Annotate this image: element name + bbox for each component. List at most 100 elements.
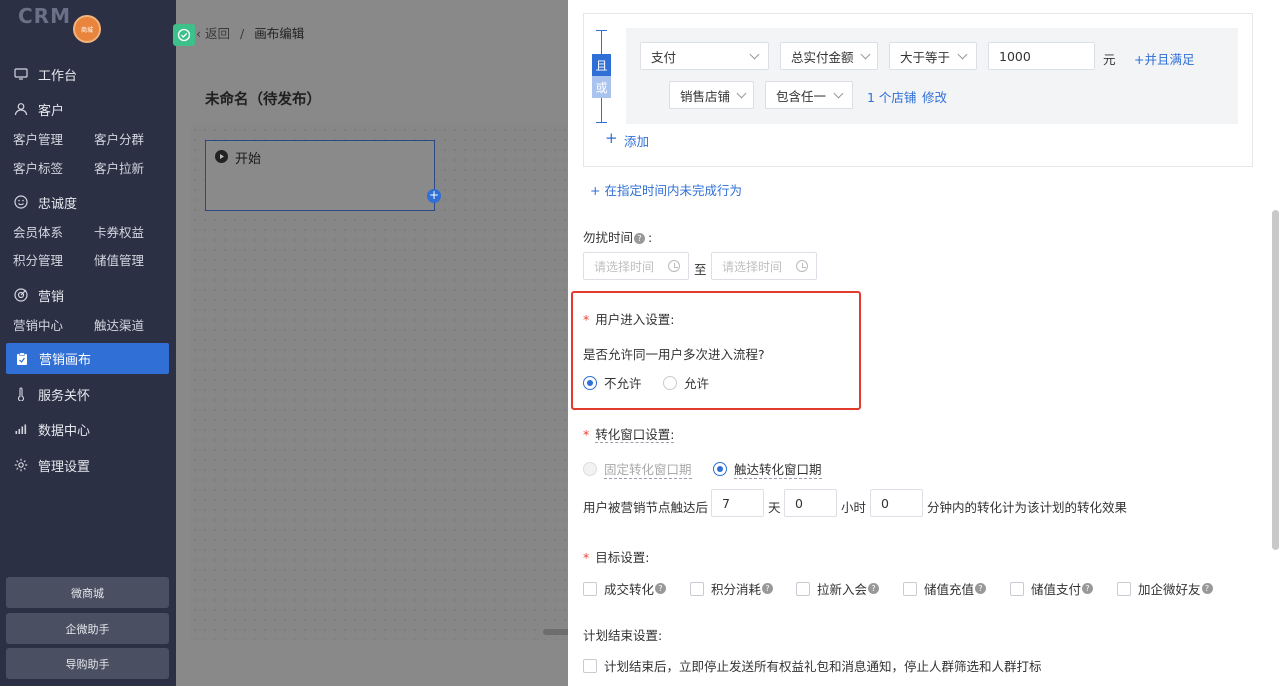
nav-marketing[interactable]: 营销 <box>0 285 176 305</box>
start-node[interactable]: 开始 + <box>205 140 441 211</box>
metric-select[interactable]: 总实付金额 <box>780 42 878 70</box>
sidebar-item-member-system[interactable]: 会员体系 <box>13 222 63 241</box>
radio-disallow[interactable]: 不允许 <box>583 373 642 392</box>
shopping-guide-button[interactable]: 导购助手 <box>6 648 169 679</box>
edit-stores-link[interactable]: 修改 <box>922 87 947 106</box>
help-icon[interactable]: ? <box>1082 583 1094 594</box>
breadcrumb-back[interactable]: 返回 <box>205 26 230 41</box>
and-toggle[interactable]: 且 <box>592 54 611 76</box>
radio-fixed-window-dot[interactable] <box>583 462 597 476</box>
goal-points-consume[interactable]: 积分消耗? <box>690 579 774 598</box>
add-node-icon[interactable]: + <box>427 189 441 203</box>
hours-unit: 小时 <box>841 500 867 515</box>
sidebar-item-marketing-canvas-label: 营销画布 <box>39 353 92 368</box>
dnd-end-time[interactable]: 请选择时间 <box>711 252 817 280</box>
goal-wecom-friend-label: 加企微好友 <box>1138 582 1201 597</box>
radio-allow-dot[interactable] <box>663 375 677 390</box>
conversion-suffix: 分钟内的转化计为该计划的转化效果 <box>927 500 1128 515</box>
dnd-label-text: 勿扰时间 <box>583 230 634 245</box>
time-range-separator: 至 <box>694 262 707 277</box>
minutes-input[interactable]: 0 <box>870 489 923 517</box>
sidebar-item-marketing-center[interactable]: 营销中心 <box>13 315 63 334</box>
panel-scrollbar[interactable] <box>1272 210 1279 550</box>
add-condition-link[interactable]: 添加 <box>624 131 649 150</box>
sidebar-item-customer-mgmt[interactable]: 客户管理 <box>13 129 63 148</box>
required-mark: * <box>583 550 590 565</box>
sidebar-item-points-mgmt[interactable]: 积分管理 <box>13 250 63 269</box>
scope-select[interactable]: 销售店铺 <box>669 81 754 109</box>
radio-touch-window-dot[interactable] <box>713 462 727 476</box>
operator-select-value: 大于等于 <box>900 49 951 65</box>
clock-icon <box>796 260 808 272</box>
dnd-colon: : <box>648 230 653 245</box>
goal-wecom-friend-checkbox[interactable] <box>1117 581 1131 596</box>
goal-wecom-friend[interactable]: 加企微好友? <box>1117 579 1213 598</box>
nav-loyalty[interactable]: 忠诚度 <box>0 192 176 212</box>
radio-allow[interactable]: 允许 <box>663 373 709 392</box>
dnd-start-time[interactable]: 请选择时间 <box>583 252 689 280</box>
wecom-assistant-button[interactable]: 企微助手 <box>6 613 169 644</box>
days-input[interactable]: 7 <box>711 489 764 517</box>
sidebar-item-marketing-canvas[interactable]: 营销画布 <box>6 343 169 374</box>
goal-stored-topup[interactable]: 储值充值? <box>903 579 987 598</box>
sidebar-item-touch-channel[interactable]: 触达渠道 <box>94 315 144 334</box>
sidebar-item-customer-acquire[interactable]: 客户拉新 <box>94 158 144 177</box>
goal-new-member[interactable]: 拉新入会? <box>796 579 880 598</box>
store-count: 1 个店铺 <box>867 90 917 105</box>
radio-disallow-label: 不允许 <box>604 376 642 391</box>
goal-stored-pay-checkbox[interactable] <box>1010 581 1024 596</box>
chevron-down-icon <box>860 49 871 59</box>
nav-service[interactable]: 服务关怀 <box>0 384 176 404</box>
nav-workbench[interactable]: 工作台 <box>0 64 176 84</box>
toolbar-edit-icon[interactable] <box>173 24 195 46</box>
operator-select[interactable]: 大于等于 <box>889 42 977 70</box>
sidebar-item-stored-value[interactable]: 储值管理 <box>94 250 144 269</box>
plan-end-option[interactable]: 计划结束后，立即停止发送所有权益礼包和消息通知，停止人群筛选和人群打标 <box>583 656 1042 675</box>
plan-end-checkbox[interactable] <box>583 658 597 673</box>
days-unit: 天 <box>768 500 781 515</box>
nav-customer[interactable]: 客户 <box>0 99 176 119</box>
goal-stored-topup-checkbox[interactable] <box>903 581 917 596</box>
match-select[interactable]: 包含任一 <box>765 81 853 109</box>
goal-new-member-checkbox[interactable] <box>796 581 810 596</box>
plan-end-option-label: 计划结束后，立即停止发送所有权益礼包和消息通知，停止人群筛选和人群打标 <box>604 659 1042 674</box>
radio-fixed-window[interactable]: 固定转化窗口期 <box>583 459 692 479</box>
help-icon[interactable]: ? <box>975 583 987 594</box>
add-time-behavior-link[interactable]: + 在指定时间内未完成行为 <box>590 180 742 199</box>
user-icon <box>13 101 29 117</box>
goal-deal-conversion-checkbox[interactable] <box>583 581 597 596</box>
conversion-prefix: 用户被营销节点触达后 <box>583 500 709 515</box>
goal-stored-pay[interactable]: 储值支付? <box>1010 579 1094 598</box>
goal-deal-conversion[interactable]: 成交转化? <box>583 579 667 598</box>
goals-title-text: 目标设置: <box>595 550 650 565</box>
logo-text: CRM <box>18 4 71 28</box>
amount-input[interactable]: 1000 <box>988 42 1095 70</box>
help-icon[interactable]: ? <box>655 583 667 594</box>
nav-workbench-label: 工作台 <box>38 68 78 84</box>
user-entry-question: 是否允许同一用户多次进入流程? <box>583 347 765 362</box>
help-icon[interactable]: ? <box>634 233 646 244</box>
nav-data[interactable]: 数据中心 <box>0 419 176 439</box>
sidebar-item-customer-group[interactable]: 客户分群 <box>94 129 144 148</box>
radio-touch-window[interactable]: 触达转化窗口期 <box>713 459 822 479</box>
sidebar-item-customer-tag[interactable]: 客户标签 <box>13 158 63 177</box>
goal-points-consume-checkbox[interactable] <box>690 581 704 596</box>
radio-disallow-dot[interactable] <box>583 375 597 390</box>
settings-panel: 且 或 支付 总实付金额 大于等于 1000 元 +并且满足 销售店铺 包含任一… <box>568 0 1280 686</box>
user-entry-title-text: 用户进入设置: <box>595 312 675 327</box>
sidebar: CRM 商城 工作台 客户 客户管理 客户分群 客户标签 客户拉新 忠诚度 会员… <box>0 0 176 686</box>
hours-input[interactable]: 0 <box>784 489 837 517</box>
nav-admin[interactable]: 管理设置 <box>0 455 176 475</box>
or-toggle[interactable]: 或 <box>592 76 611 98</box>
sidebar-item-coupon-rights[interactable]: 卡券权益 <box>94 222 144 241</box>
help-icon[interactable]: ? <box>1201 583 1213 594</box>
nav-admin-label: 管理设置 <box>38 459 91 475</box>
behavior-select[interactable]: 支付 <box>640 42 769 70</box>
metric-select-value: 总实付金额 <box>791 49 854 65</box>
micro-mall-button[interactable]: 微商城 <box>6 577 169 608</box>
help-icon[interactable]: ? <box>762 583 774 594</box>
plus-icon: + <box>605 129 618 147</box>
add-and-condition-link[interactable]: +并且满足 <box>1134 49 1194 68</box>
dnd-end-placeholder: 请选择时间 <box>722 259 783 274</box>
help-icon[interactable]: ? <box>868 583 880 594</box>
